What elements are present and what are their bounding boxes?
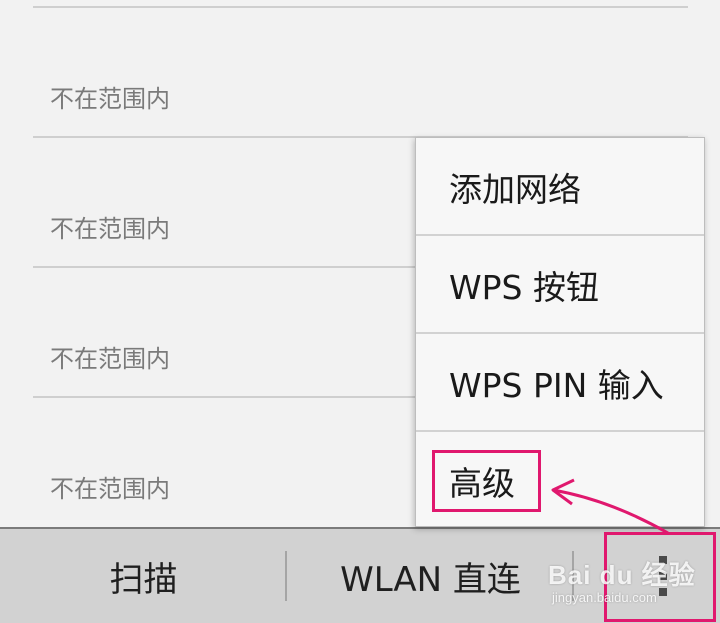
advanced-highlight-box bbox=[432, 450, 541, 512]
wifi-direct-button[interactable]: WLAN 直连 bbox=[287, 529, 574, 623]
network-status: 不在范围内 bbox=[50, 345, 170, 373]
network-status: 不在范围内 bbox=[50, 475, 170, 503]
list-divider bbox=[33, 6, 688, 8]
baidu-watermark: Bai du 经验 jingyan.baidu.com bbox=[548, 555, 708, 619]
network-status: 不在范围内 bbox=[50, 85, 170, 113]
menu-item-wps-button[interactable]: WPS 按钮 bbox=[416, 236, 704, 333]
menu-item-wps-pin[interactable]: WPS PIN 输入 bbox=[416, 334, 704, 431]
watermark-logo: Bai du 经验 bbox=[548, 560, 696, 590]
menu-item-add-network[interactable]: 添加网络 bbox=[416, 138, 704, 235]
network-status: 不在范围内 bbox=[50, 215, 170, 243]
watermark-url: jingyan.baidu.com bbox=[552, 590, 657, 605]
scan-button[interactable]: 扫描 bbox=[0, 529, 287, 623]
